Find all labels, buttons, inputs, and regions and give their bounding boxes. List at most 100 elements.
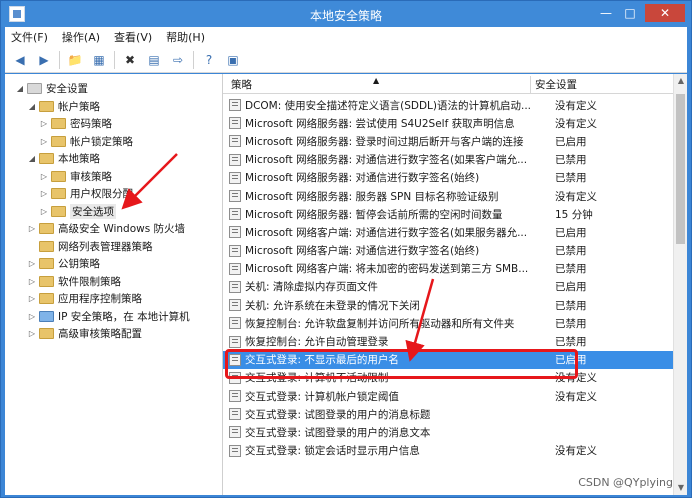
policy-row[interactable]: Microsoft 网络服务器: 尝试使用 S4U2Self 获取声明信息 没有定…	[223, 114, 673, 132]
mmc-window-icon[interactable]: ▣	[224, 51, 242, 69]
tree-node[interactable]: ◢ 帐户策略	[9, 98, 222, 116]
policy-setting: 15 分钟	[555, 208, 593, 221]
folder-icon	[51, 188, 66, 200]
scroll-thumb[interactable]	[676, 94, 685, 244]
show-hide-tree-icon[interactable]: ▦	[90, 51, 108, 69]
expand-toggle-icon[interactable]: ▷	[27, 224, 37, 233]
policy-row[interactable]: 关机: 清除虚拟内存页面文件 已启用	[223, 278, 673, 296]
tree-node[interactable]: ▷ 高级安全 Windows 防火墙	[9, 220, 222, 238]
toolbar-divider	[59, 50, 60, 69]
menu-file[interactable]: 文件(F)	[11, 29, 48, 45]
export-list-icon[interactable]: ⇨	[169, 51, 187, 69]
forward-arrow-icon[interactable]: ▶	[35, 51, 53, 69]
policy-row[interactable]: 交互式登录: 计算机帐户锁定阈值 没有定义	[223, 387, 673, 405]
expand-toggle-icon[interactable]: ▷	[39, 137, 49, 146]
policy-icon	[229, 153, 241, 166]
policy-setting: 没有定义	[555, 99, 597, 112]
tree-node[interactable]: ▷ 公钥策略	[9, 255, 222, 273]
vertical-scrollbar[interactable]: ▲ ▼	[673, 74, 687, 495]
policy-row[interactable]: Microsoft 网络客户端: 对通信进行数字签名(始终) 已禁用	[223, 242, 673, 260]
expand-toggle-icon[interactable]: ◢	[27, 154, 37, 163]
policy-list-pane: ▲ 策略 安全设置 DCOM: 使用安全描述符定义语言(SDDL)语法的计算机启…	[223, 74, 673, 495]
policy-row[interactable]: Microsoft 网络客户端: 将未加密的密码发送到第三方 SMB... 已禁用	[223, 260, 673, 278]
up-folder-icon[interactable]: 📁	[66, 51, 84, 69]
expand-toggle-icon[interactable]: ▷	[27, 312, 37, 321]
tree-node-label: 本地策略	[58, 153, 100, 166]
title-bar[interactable]: 本地安全策略 — □ ✕	[1, 1, 691, 27]
policy-icon	[229, 208, 241, 221]
policy-row[interactable]: 恢复控制台: 允许自动管理登录 已禁用	[223, 332, 673, 350]
tree-node[interactable]: ◢ 安全设置	[9, 80, 222, 98]
column-header-setting[interactable]: 安全设置	[531, 77, 577, 92]
policy-icon	[229, 390, 241, 403]
scroll-down-icon[interactable]: ▼	[674, 481, 688, 495]
tree-node[interactable]: ▷ 高级审核策略配置	[9, 325, 222, 343]
menu-help[interactable]: 帮助(H)	[166, 29, 205, 45]
tree-node[interactable]: ▷ 帐户锁定策略	[9, 133, 222, 151]
delete-icon[interactable]: ✖	[121, 51, 139, 69]
policy-row[interactable]: Microsoft 网络服务器: 登录时间过期后断开与客户端的连接 已启用	[223, 132, 673, 150]
expand-toggle-icon[interactable]: ▷	[27, 329, 37, 338]
ip-security-icon	[39, 310, 54, 322]
tree-node[interactable]: ▷ 审核策略	[9, 168, 222, 186]
policy-row[interactable]: Microsoft 网络服务器: 服务器 SPN 目标名称验证级别 没有定义	[223, 187, 673, 205]
menu-view[interactable]: 查看(V)	[114, 29, 152, 45]
policy-row[interactable]: Microsoft 网络客户端: 对通信进行数字签名(如果服务器允... 已启用	[223, 223, 673, 241]
maximize-button[interactable]: □	[621, 4, 639, 22]
policy-row[interactable]: 交互式登录: 试图登录的用户的消息标题	[223, 405, 673, 423]
policy-name: Microsoft 网络客户端: 对通信进行数字签名(始终)	[245, 245, 480, 258]
expand-toggle-icon[interactable]: ▷	[39, 189, 49, 198]
tree-node[interactable]: ▷ 用户权限分配	[9, 185, 222, 203]
policy-icon	[229, 226, 241, 239]
policy-row[interactable]: 恢复控制台: 允许软盘复制并访问所有驱动器和所有文件夹 已禁用	[223, 314, 673, 332]
policy-row[interactable]: 交互式登录: 试图登录的用户的消息文本	[223, 423, 673, 441]
toolbar-divider	[193, 50, 194, 69]
policy-row[interactable]: DCOM: 使用安全描述符定义语言(SDDL)语法的计算机启动... 没有定义	[223, 96, 673, 114]
policy-icon	[229, 99, 241, 112]
policy-setting: 已启用	[555, 135, 587, 148]
tree-node[interactable]: 网络列表管理器策略	[9, 238, 222, 256]
tree-node[interactable]: ▷ 软件限制策略	[9, 273, 222, 291]
column-header-policy[interactable]: ▲ 策略	[223, 75, 531, 94]
tree-node[interactable]: ▷ 应用程序控制策略	[9, 290, 222, 308]
tree-node[interactable]: ◢ 本地策略	[9, 150, 222, 168]
tree-node[interactable]: ▷ 密码策略	[9, 115, 222, 133]
policy-icon	[229, 335, 241, 348]
expand-toggle-icon[interactable]: ▷	[39, 172, 49, 181]
policy-name: 交互式登录: 试图登录的用户的消息标题	[245, 408, 431, 421]
policy-icon	[229, 171, 241, 184]
expand-toggle-icon[interactable]: ▷	[27, 277, 37, 286]
expand-toggle-icon[interactable]: ◢	[27, 102, 37, 111]
content-area: ◢ 安全设置 ◢ 帐户策略 ▷ 密码策略 ▷ 帐户锁定策略 ◢ 本地策略 ▷ 审核策略 ▷ 用户权限分配 ▷…	[5, 74, 687, 495]
policy-icon	[229, 317, 241, 330]
policy-name: Microsoft 网络客户端: 对通信进行数字签名(如果服务器允...	[245, 226, 528, 239]
expand-toggle-icon[interactable]: ▷	[39, 119, 49, 128]
expand-toggle-icon[interactable]: ▷	[27, 259, 37, 268]
policy-name: 交互式登录: 计算机帐户锁定阈值	[245, 390, 399, 403]
policy-row[interactable]: 关机: 允许系统在未登录的情况下关闭 已禁用	[223, 296, 673, 314]
policy-row[interactable]: Microsoft 网络服务器: 对通信进行数字签名(如果客户端允... 已禁用	[223, 151, 673, 169]
policy-icon	[229, 135, 241, 148]
help-icon[interactable]: ?	[200, 51, 218, 69]
minimize-button[interactable]: —	[597, 4, 615, 22]
policy-setting: 没有定义	[555, 445, 597, 458]
policy-row[interactable]: Microsoft 网络服务器: 暂停会话前所需的空闲时间数量 15 分钟	[223, 205, 673, 223]
tree-node-label: 帐户策略	[58, 100, 100, 113]
menu-action[interactable]: 操作(A)	[62, 29, 100, 45]
policy-name: 恢复控制台: 允许软盘复制并访问所有驱动器和所有文件夹	[245, 317, 515, 330]
properties-icon[interactable]: ▤	[145, 51, 163, 69]
expand-toggle-icon[interactable]: ◢	[15, 84, 25, 93]
policy-row[interactable]: 交互式登录: 锁定会话时显示用户信息 没有定义	[223, 442, 673, 460]
expand-toggle-icon[interactable]: ▷	[39, 207, 49, 216]
toolbar-divider	[114, 50, 115, 69]
tree-node[interactable]: ▷ 安全选项	[9, 203, 222, 221]
scroll-up-icon[interactable]: ▲	[674, 74, 688, 88]
window-title: 本地安全策略	[309, 9, 382, 23]
policy-row[interactable]: Microsoft 网络服务器: 对通信进行数字签名(始终) 已禁用	[223, 169, 673, 187]
close-button[interactable]: ✕	[645, 4, 685, 22]
policy-setting: 没有定义	[555, 117, 597, 130]
menu-bar: 文件(F) 操作(A) 查看(V) 帮助(H)	[5, 27, 687, 47]
tree-node[interactable]: ▷ IP 安全策略，在 本地计算机	[9, 308, 222, 326]
expand-toggle-icon[interactable]: ▷	[27, 294, 37, 303]
back-arrow-icon[interactable]: ◀	[11, 51, 29, 69]
